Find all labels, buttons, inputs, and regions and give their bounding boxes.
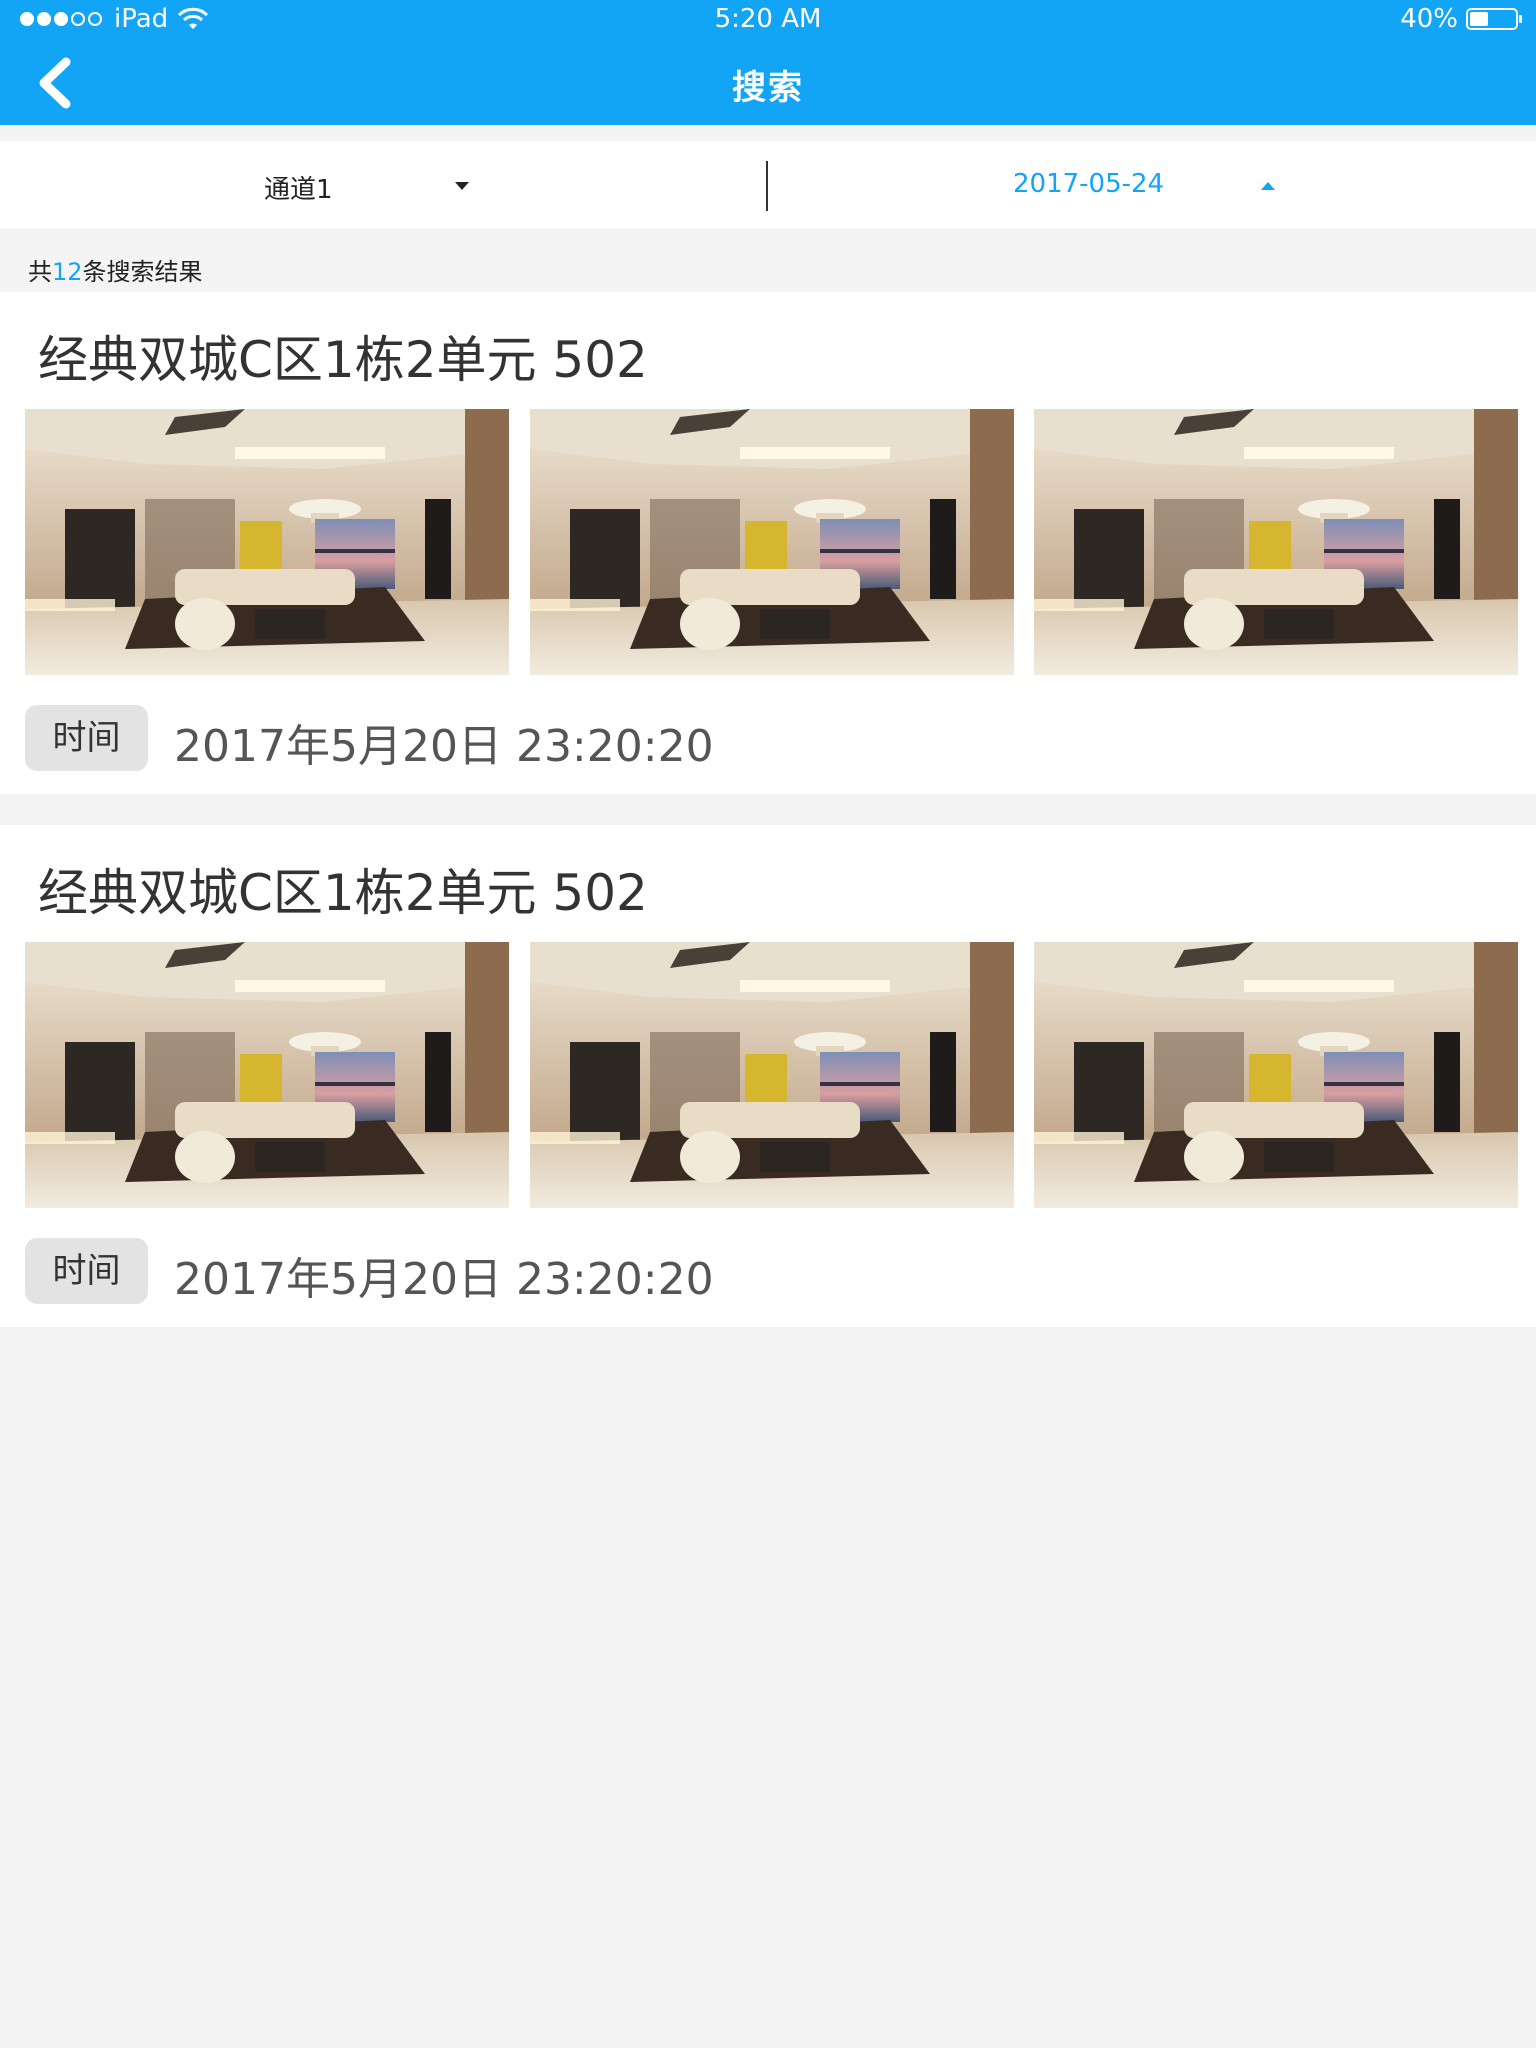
date-dropdown[interactable]: 2017-05-24 xyxy=(768,141,1536,229)
result-card[interactable]: 经典双城C区1栋2单元 502 时间 2017年5月20日 23:20:20 xyxy=(0,292,1536,794)
battery-icon xyxy=(1466,8,1522,30)
nav-bar: 搜索 xyxy=(0,40,1536,125)
card-title: 经典双城C区1栋2单元 502 xyxy=(38,331,648,389)
time-badge: 时间 xyxy=(25,1238,148,1304)
status-time: 5:20 AM xyxy=(714,4,822,34)
caret-up-icon xyxy=(1261,182,1275,190)
results-prefix: 共 xyxy=(28,258,52,286)
result-card[interactable]: 经典双城C区1栋2单元 502 时间 2017年5月20日 23:20:20 xyxy=(0,825,1536,1327)
time-badge: 时间 xyxy=(25,705,148,771)
results-number: 12 xyxy=(52,258,83,286)
status-bar: iPad 5:20 AM 40% xyxy=(0,0,1536,40)
battery-percent: 40% xyxy=(1400,4,1458,34)
results-count: 共12条搜索结果 xyxy=(28,252,203,287)
date-label: 2017-05-24 xyxy=(1013,169,1165,199)
photo-thumbnail[interactable] xyxy=(25,409,509,675)
results-suffix: 条搜索结果 xyxy=(82,258,203,286)
channel-label: 通道1 xyxy=(264,175,333,205)
filter-bar: 通道1 2017-05-24 xyxy=(0,141,1536,229)
photo-thumbnail[interactable] xyxy=(530,409,1014,675)
page-title: 搜索 xyxy=(732,68,804,108)
time-value: 2017年5月20日 23:20:20 xyxy=(174,721,714,772)
photo-thumbnail[interactable] xyxy=(530,942,1014,1208)
top-header: iPad 5:20 AM 40% 搜索 xyxy=(0,0,1536,125)
photo-thumbnail[interactable] xyxy=(1034,942,1518,1208)
card-title: 经典双城C区1栋2单元 502 xyxy=(38,864,648,922)
status-right: 40% xyxy=(1400,4,1524,34)
photo-thumbnail[interactable] xyxy=(1034,409,1518,675)
time-value: 2017年5月20日 23:20:20 xyxy=(174,1254,714,1305)
caret-down-icon xyxy=(455,182,469,190)
channel-dropdown[interactable]: 通道1 xyxy=(0,141,766,229)
photo-thumbnail[interactable] xyxy=(25,942,509,1208)
